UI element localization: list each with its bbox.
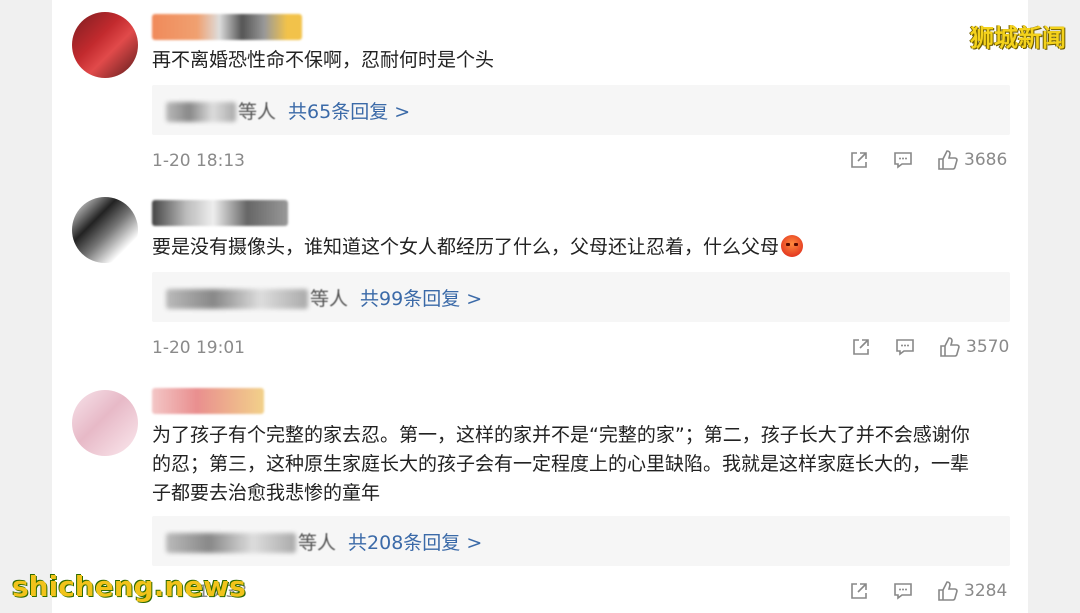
comment-text: 再不离婚恐性命不保啊，忍耐何时是个头: [152, 49, 495, 71]
reply-users-suffix: 等人: [298, 531, 337, 554]
like-count: 3686: [964, 150, 1008, 170]
comment-actions: 3686: [848, 149, 1007, 171]
like-icon[interactable]: [936, 580, 958, 602]
reply-summary[interactable]: 等人 共208条回复 >: [152, 516, 1010, 566]
reply-users: 等人: [166, 97, 276, 124]
share-icon[interactable]: [848, 149, 870, 171]
share-icon[interactable]: [850, 336, 872, 358]
comment-text: 为了孩子有个完整的家去忍。第一，这样的家并不是“完整的家”；第二，孩子长大了并不…: [152, 421, 1012, 508]
reply-count-link[interactable]: 共65条回复 >: [288, 97, 410, 124]
comment-text-line: 子都要去治愈我悲惨的童年: [152, 482, 381, 504]
comment-icon[interactable]: [892, 149, 914, 171]
share-icon[interactable]: [848, 580, 870, 602]
comment-text-line: 为了孩子有个完整的家去忍。第一，这样的家并不是“完整的家”；第二，孩子长大了并不…: [152, 424, 970, 446]
avatar[interactable]: [72, 197, 138, 263]
like-count: 3570: [966, 337, 1010, 357]
blurred-names: [166, 289, 308, 309]
blurred-names: [166, 102, 236, 122]
watermark-site: shicheng.news: [12, 570, 246, 603]
reply-users: 等人: [166, 284, 348, 311]
angry-emoji-icon: [781, 235, 804, 257]
reply-summary[interactable]: 等人 共65条回复 >: [152, 85, 1010, 135]
comment-text-body: 要是没有摄像头，谁知道这个女人都经历了什么，父母还让忍着，什么父母: [152, 236, 780, 258]
comment-actions: 3570: [850, 336, 1009, 358]
reply-users-suffix: 等人: [310, 287, 349, 310]
like-icon[interactable]: [938, 336, 960, 358]
comment-icon[interactable]: [894, 336, 916, 358]
like-count: 3284: [964, 581, 1008, 601]
comment-actions: 3284: [848, 580, 1007, 602]
reply-users-suffix: 等人: [238, 100, 277, 123]
avatar[interactable]: [72, 390, 138, 456]
username-blurred[interactable]: [152, 14, 302, 40]
username-blurred[interactable]: [152, 388, 264, 414]
comment-time: 1-20 19:01: [152, 338, 245, 358]
comment-time: 1-20 18:13: [152, 151, 245, 171]
reply-count-link[interactable]: 共99条回复 >: [360, 284, 482, 311]
like-icon[interactable]: [936, 149, 958, 171]
blurred-names: [166, 533, 296, 553]
watermark-logo: 狮城新闻: [970, 24, 1066, 52]
reply-count-link[interactable]: 共208条回复 >: [348, 528, 482, 555]
comment-text-line: 的忍；第三，这种原生家庭长大的孩子会有一定程度上的心里缺陷。我就是这样家庭长大的…: [152, 453, 970, 475]
username-blurred[interactable]: [152, 200, 288, 226]
reply-summary[interactable]: 等人 共99条回复 >: [152, 272, 1010, 322]
reply-users: 等人: [166, 528, 336, 555]
avatar[interactable]: [72, 12, 138, 78]
comment-text: 要是没有摄像头，谁知道这个女人都经历了什么，父母还让忍着，什么父母: [152, 233, 804, 262]
comment-icon[interactable]: [892, 580, 914, 602]
